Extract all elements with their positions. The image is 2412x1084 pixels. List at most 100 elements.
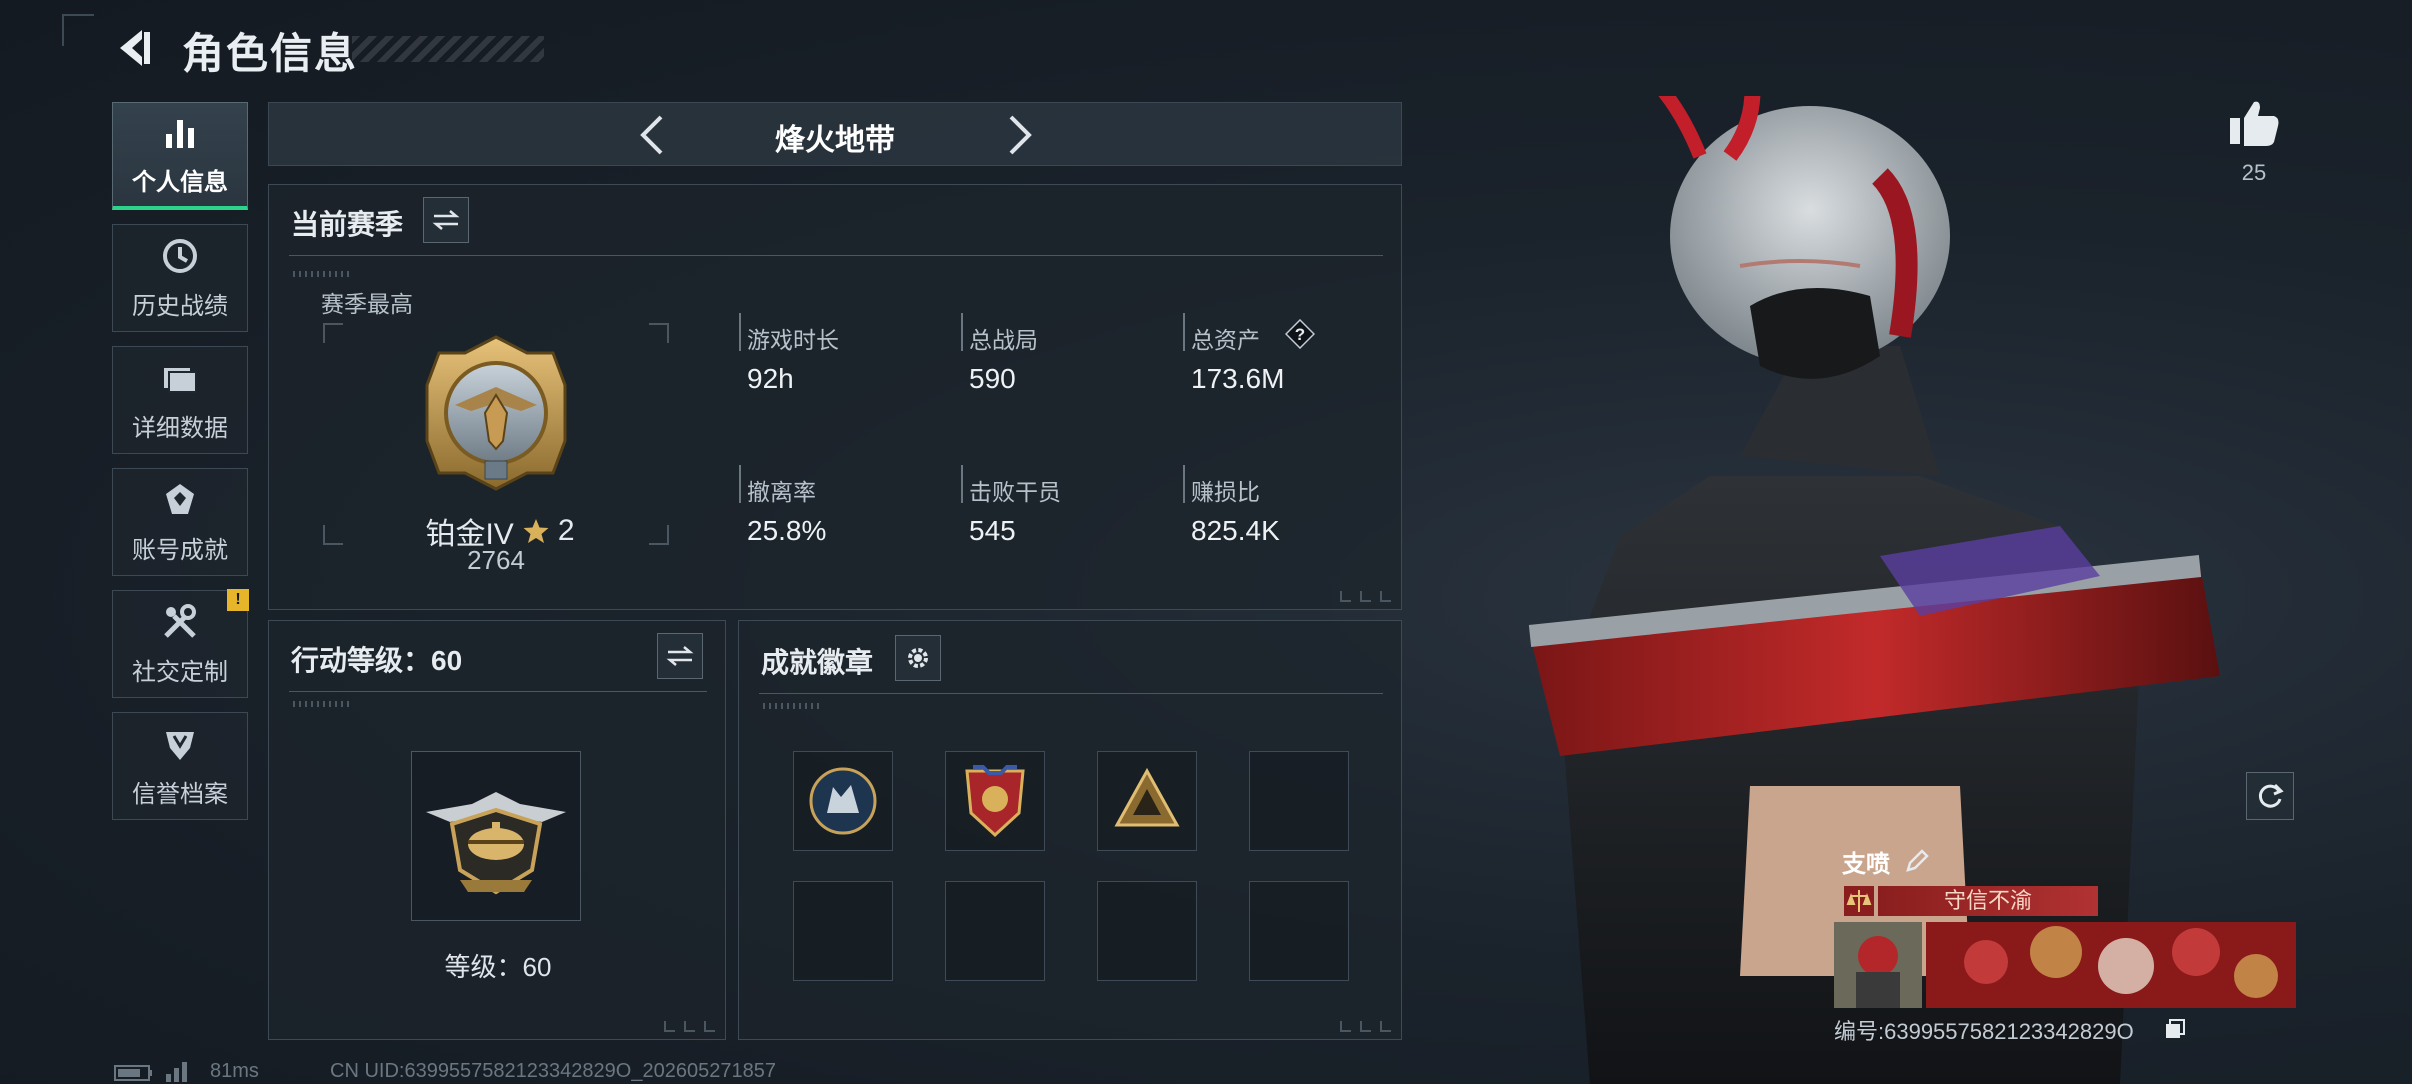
achievement-icon [166,483,194,514]
swap-icon [666,646,694,666]
stat-value-total-assets: 173.6M [1191,363,1285,394]
rotate-model-button[interactable] [2246,772,2294,820]
corner-decoration [62,14,94,46]
back-arrow-icon[interactable] [112,26,156,70]
sidebar-item-label: 账号成就 [132,536,228,564]
platinum-rank-emblem-icon [425,335,567,491]
stat-label-total-matches: 总战局 [969,327,1038,353]
rank-points: 2764 [467,545,525,575]
mode-selector: 烽火地带 [268,102,1402,166]
badge-slot-empty[interactable] [1097,881,1197,981]
divider [289,691,707,692]
corner-decoration [1340,1021,1391,1032]
helicopter-emblem-icon [426,792,566,895]
stat-label-extract-rate: 撤离率 [747,479,816,505]
stat-separator [961,465,963,503]
folder-icon [164,367,197,393]
ping-text: 81ms [210,1060,259,1082]
stat-separator [1183,465,1185,503]
tick-decoration [293,271,353,277]
sidebar-item-label: 信誉档案 [132,780,228,808]
badge-settings-button[interactable] [895,635,941,681]
bar-chart-icon [166,120,194,148]
mode-name: 烽火地带 [775,124,895,157]
spray-avatar-image [1834,922,1922,1008]
spray-tag: 守信不渝 [1878,886,2098,916]
sidebar-item-label: 详细数据 [132,414,228,442]
spray-id-text: 编号:6399557582123342829O [1834,1019,2134,1044]
stat-separator [739,465,741,503]
edit-pencil-icon[interactable] [1904,848,1930,874]
sidebar-item-label: 历史战绩 [132,292,228,320]
star-icon [523,519,549,543]
divider [289,255,1383,256]
rank-stars: 2 [557,514,575,547]
like-count: 25 [2241,160,2267,185]
sidebar-item-label: 社交定制 [132,658,228,686]
badge-slot-empty[interactable] [793,881,893,981]
current-season-panel: 当前赛季 赛季最高 铂金IV 2 2764 游戏时长 92h 总战局 590 总… [268,184,1402,610]
corner-decoration [1340,591,1391,602]
wolf-badge-icon [809,767,877,835]
action-level-title: 行动等级：60 [291,645,463,676]
sidebar-item-personal-info[interactable]: 个人信息 [112,102,248,210]
divider [759,693,1383,694]
title-stripe-decoration [352,36,544,62]
badge-slot-empty[interactable] [945,881,1045,981]
sidebar-item-achievements[interactable]: 账号成就 [112,468,248,576]
tag-emblem [1844,886,1874,916]
copy-icon[interactable] [2164,1018,2186,1040]
spray-title: 支喷 [1842,851,1890,878]
season-best-label: 赛季最高 [321,291,413,317]
credit-shield-icon [166,731,194,760]
achievement-badges-panel: 成就徽章 [738,620,1402,1040]
battery-icon [114,1065,152,1081]
signal-icon [166,1062,187,1082]
stat-value-profit-loss-ratio: 825.4K [1191,515,1280,546]
stat-label-playtime: 游戏时长 [747,327,839,353]
help-icon[interactable]: ? [1284,318,1316,350]
stat-separator [961,313,963,351]
action-level-emblem-frame [411,751,581,921]
sidebar-item-history[interactable]: 历史战绩 [112,224,248,332]
refresh-icon [2258,783,2284,808]
badge-slot[interactable] [1097,751,1197,851]
stat-label-operators-defeated: 击败干员 [969,479,1061,505]
spray-artwork-image [1926,922,2296,1008]
uid-text: CN UID:6399557582123342829O_202605271857 [330,1060,776,1082]
stat-value-extract-rate: 25.8% [747,515,827,546]
shield-badge-icon [965,765,1025,838]
season-switch-button[interactable] [423,197,469,243]
stat-value-operators-defeated: 545 [969,515,1016,546]
thumbs-up-icon[interactable] [2226,96,2282,148]
badge-slot-empty[interactable] [1249,881,1349,981]
stat-separator [1183,313,1185,351]
badge-slot[interactable] [793,751,893,851]
gear-icon [908,648,928,668]
stat-separator [739,313,741,351]
stat-label-total-assets: 总资产 [1191,327,1260,353]
badge-slot-empty[interactable] [1249,751,1349,851]
tick-decoration [293,701,353,707]
help-mark: ? [1295,325,1305,344]
notification-badge: ! [227,589,249,611]
sidebar-item-label: 个人信息 [132,169,228,196]
sidebar-item-detailed-data[interactable]: 详细数据 [112,346,248,454]
stat-value-playtime: 92h [747,363,794,394]
triangle-badge-icon [1114,767,1180,827]
action-level-panel: 行动等级：60 等级：60 [268,620,726,1040]
sidebar-item-credit-record[interactable]: 信誉档案 [112,712,248,820]
action-level-text: 等级：60 [444,952,552,982]
sidebar-item-social-custom[interactable]: 社交定制 ! [112,589,249,698]
tools-icon [164,603,196,638]
action-level-switch-button[interactable] [657,633,703,679]
corner-decoration [664,1021,715,1032]
season-title: 当前赛季 [291,209,404,240]
badge-slot[interactable] [945,751,1045,851]
swap-icon [432,210,460,230]
tick-decoration [763,703,823,709]
next-mode-arrow-icon[interactable] [997,111,1041,159]
stat-value-total-matches: 590 [969,363,1016,394]
achievements-title: 成就徽章 [761,647,874,678]
spray-card: 支喷 守信不渝 编号:6399557582123342829O [1834,840,2296,1044]
